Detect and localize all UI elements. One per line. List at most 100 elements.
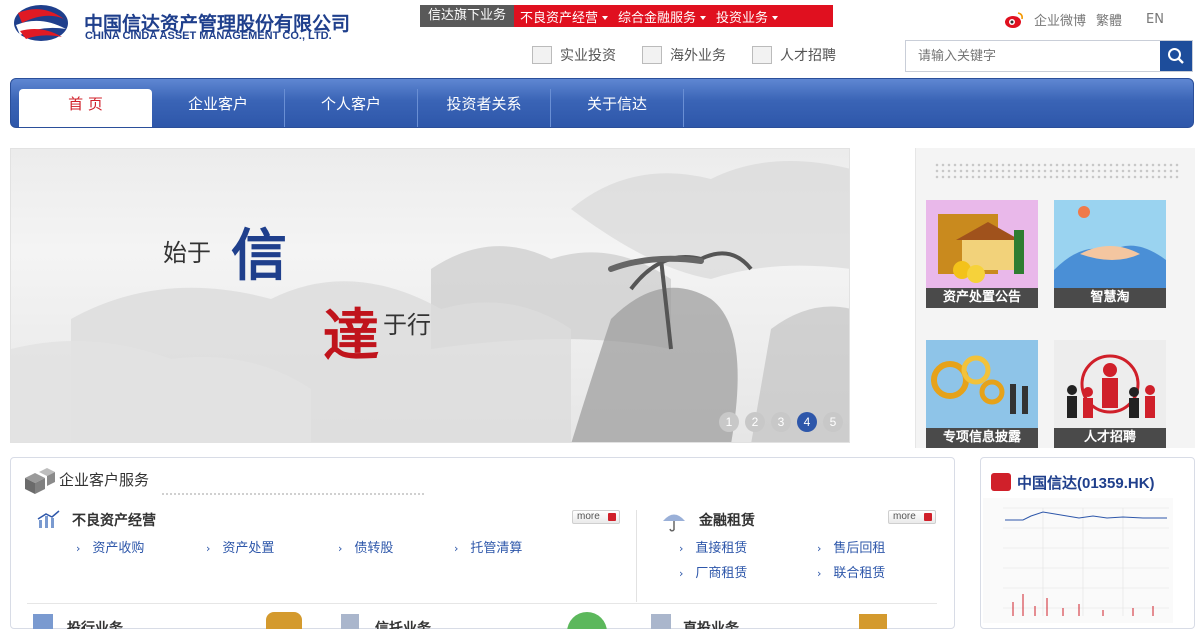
tile-special-disclosure[interactable]: 专项信息披露 bbox=[926, 340, 1038, 448]
tile-asset-disposal[interactable]: 资产处置公告 bbox=[926, 200, 1038, 308]
link-direct-lease-label: 直接租赁 bbox=[695, 541, 748, 556]
search-button[interactable] bbox=[1160, 41, 1192, 71]
search-input[interactable] bbox=[906, 41, 1160, 71]
carousel-dot-1[interactable]: 1 bbox=[719, 412, 739, 432]
weibo-link[interactable]: 企业微博 bbox=[1034, 10, 1086, 29]
nav-corporate-clients[interactable]: 企业客户 bbox=[152, 89, 285, 127]
slogan-reach-character: 達 bbox=[323, 303, 379, 369]
tile-smart-tao-label: 智慧淘 bbox=[1054, 288, 1166, 308]
chevron-right-icon: › bbox=[817, 567, 822, 580]
nav-about-cinda[interactable]: 关于信达 bbox=[551, 89, 684, 127]
row-divider bbox=[27, 603, 937, 604]
handshake-icon bbox=[1054, 200, 1166, 288]
link-asset-acquisition-label: 资产收购 bbox=[92, 541, 145, 556]
stock-quote-panel[interactable]: 中国信达(01359.HK) bbox=[980, 457, 1195, 629]
chevron-down-icon bbox=[700, 16, 707, 20]
link-asset-disposal-label: 资产处置 bbox=[222, 541, 275, 556]
carousel-dot-5[interactable]: 5 bbox=[823, 412, 843, 432]
weibo-icon[interactable] bbox=[1004, 11, 1024, 29]
recruitment-link[interactable]: 人才招聘 bbox=[752, 45, 836, 65]
link-custody-liquidation[interactable]: › 托管清算 bbox=[454, 537, 522, 556]
company-logo[interactable]: 中国信达资产管理股份有限公司 CHINA CINDA ASSET MANAGEM… bbox=[12, 3, 412, 45]
quick-access-tiles: 资产处置公告 智慧淘 专项信息披露 人才招聘 bbox=[915, 148, 1195, 448]
link-asset-disposal[interactable]: › 资产处置 bbox=[206, 537, 274, 556]
house-coins-icon bbox=[926, 200, 1038, 288]
business-finance-label: 综合金融服务 bbox=[618, 10, 697, 26]
business-bar-menu: 不良资产经营 综合金融服务 投资业务 bbox=[514, 5, 833, 27]
link-sale-leaseback[interactable]: › 售后回租 bbox=[817, 537, 885, 556]
carousel-pagination: 1 2 3 4 5 bbox=[719, 412, 843, 432]
corporate-services-panel: 企业客户服务 不良资产经营 more › 资产收购 › 资产处置 › 债转股 › 托管清… bbox=[10, 457, 955, 629]
recruitment-label: 人才招聘 bbox=[780, 48, 836, 64]
link-joint-lease[interactable]: › 联合租赁 bbox=[817, 562, 885, 581]
tile-smart-tao[interactable]: 智慧淘 bbox=[1054, 200, 1166, 308]
search-icon bbox=[1168, 48, 1184, 64]
chevron-right-icon: › bbox=[679, 542, 684, 555]
tiles-divider bbox=[934, 162, 1180, 180]
carousel-dot-4[interactable]: 4 bbox=[797, 412, 817, 432]
business-npl-dropdown[interactable]: 不良资产经营 bbox=[520, 7, 609, 26]
overseas-business-label: 海外业务 bbox=[670, 48, 726, 64]
nav-personal-clients[interactable]: 个人客户 bbox=[285, 89, 418, 127]
building-icon bbox=[341, 614, 359, 629]
english-link[interactable]: EN bbox=[1146, 12, 1164, 27]
hero-banner[interactable]: 始于 信 達 于行 1 2 3 4 5 bbox=[10, 148, 850, 443]
trust-business-title[interactable]: 信托业务 bbox=[375, 618, 431, 629]
tile-special-disclosure-label: 专项信息披露 bbox=[926, 428, 1038, 448]
top-links: 企业微博 繁體 EN bbox=[1004, 10, 1164, 29]
overseas-business-link[interactable]: 海外业务 bbox=[642, 45, 726, 65]
direct-investment-icon bbox=[651, 614, 671, 629]
industrial-investment-link[interactable]: 实业投资 bbox=[532, 45, 616, 65]
nav-investor-relations[interactable]: 投资者关系 bbox=[418, 89, 551, 127]
carousel-dot-3[interactable]: 3 bbox=[771, 412, 791, 432]
play-icon bbox=[991, 473, 1011, 491]
chevron-right-icon: › bbox=[76, 542, 81, 555]
investment-banking-title[interactable]: 投行业务 bbox=[67, 618, 123, 629]
cubes-icon bbox=[25, 468, 55, 494]
corporate-services-title: 企业客户服务 bbox=[59, 471, 150, 489]
leasing-more-button[interactable]: more bbox=[888, 510, 936, 524]
link-vendor-lease[interactable]: › 厂商租赁 bbox=[679, 562, 747, 581]
bar-chart-icon bbox=[37, 510, 60, 528]
gears-icon bbox=[926, 340, 1038, 428]
tile-recruitment-label: 人才招聘 bbox=[1054, 428, 1166, 448]
logo-mark-icon bbox=[14, 5, 68, 41]
chevron-down-icon bbox=[602, 16, 609, 20]
stock-chart-graphic bbox=[983, 498, 1173, 623]
link-sale-leaseback-label: 售后回租 bbox=[833, 541, 886, 556]
link-joint-lease-label: 联合租赁 bbox=[833, 566, 886, 581]
title-divider bbox=[161, 492, 426, 496]
business-invest-dropdown[interactable]: 投资业务 bbox=[716, 7, 779, 26]
link-custody-liquidation-label: 托管清算 bbox=[470, 541, 523, 556]
link-debt-equity-swap-label: 债转股 bbox=[354, 541, 394, 556]
tile-recruitment[interactable]: 人才招聘 bbox=[1054, 340, 1166, 448]
slogan-tail: 于行 bbox=[383, 311, 431, 339]
link-vendor-lease-label: 厂商租赁 bbox=[695, 566, 748, 581]
business-bar-label: 信达旗下业务 bbox=[420, 5, 515, 27]
search-box bbox=[905, 40, 1193, 72]
ink-landscape-illustration bbox=[11, 161, 849, 442]
business-npl-label: 不良资产经营 bbox=[520, 10, 599, 26]
logo-english-name: CHINA CINDA ASSET MANAGEMENT CO., LTD. bbox=[85, 30, 332, 42]
building-icon bbox=[642, 46, 662, 64]
stock-title: 中国信达(01359.HK) bbox=[1017, 475, 1155, 492]
money-icon bbox=[859, 614, 887, 629]
business-finance-dropdown[interactable]: 综合金融服务 bbox=[618, 7, 707, 26]
link-asset-acquisition[interactable]: › 资产收购 bbox=[76, 537, 144, 556]
slogan-trust-character: 信 bbox=[231, 223, 287, 289]
link-debt-equity-swap[interactable]: › 债转股 bbox=[338, 537, 393, 556]
people-silhouettes-icon bbox=[1054, 340, 1166, 428]
chevron-right-icon: › bbox=[206, 542, 211, 555]
slogan-lead: 始于 bbox=[163, 239, 211, 267]
npl-more-button[interactable]: more bbox=[572, 510, 620, 524]
link-direct-lease[interactable]: › 直接租赁 bbox=[679, 537, 747, 556]
traditional-chinese-link[interactable]: 繁體 bbox=[1096, 10, 1122, 29]
carousel-dot-2[interactable]: 2 bbox=[745, 412, 765, 432]
investment-banking-icon bbox=[33, 614, 53, 629]
industrial-investment-label: 实业投资 bbox=[560, 48, 616, 64]
section-divider bbox=[636, 510, 637, 602]
nav-home[interactable]: 首 页 bbox=[19, 89, 152, 127]
npl-section-title: 不良资产经营 bbox=[72, 513, 156, 529]
direct-investment-title[interactable]: 直投业务 bbox=[683, 618, 739, 629]
chevron-down-icon bbox=[772, 16, 779, 20]
